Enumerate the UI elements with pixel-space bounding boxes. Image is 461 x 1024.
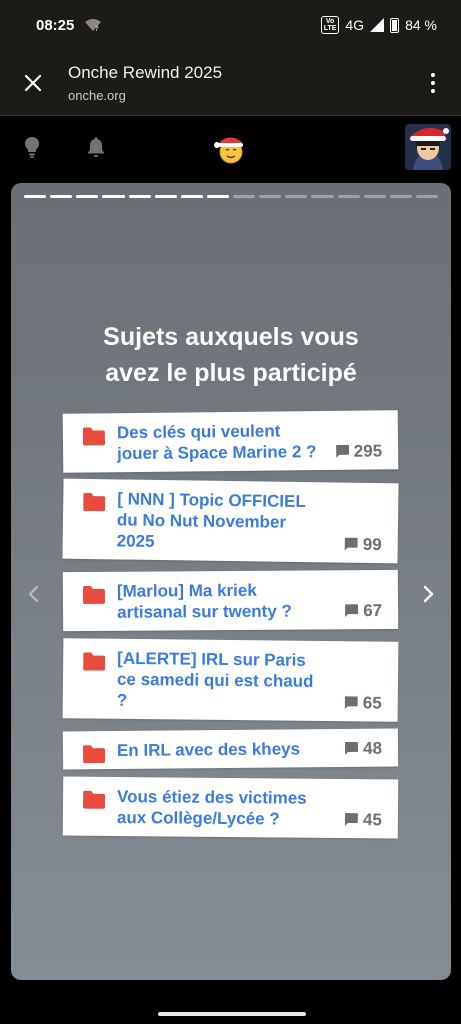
folder-icon — [82, 745, 106, 764]
comment-icon — [345, 604, 359, 618]
topic-item[interactable]: Vous étiez des victimes aux Collège/Lycé… — [62, 776, 399, 839]
progress-segment-viewed — [154, 195, 177, 198]
battery-level: 84 % — [405, 17, 437, 33]
signal-icon — [370, 18, 385, 32]
progress-segment — [363, 195, 386, 198]
progress-segment-viewed — [24, 195, 47, 198]
progress-segment — [415, 195, 438, 198]
folder-icon — [83, 790, 106, 809]
reply-count: 65 — [344, 692, 382, 713]
topic-title[interactable]: En IRL avec des kheys — [117, 738, 322, 761]
topic-item[interactable]: [Marlou] Ma kriek artisanal sur twenty ?… — [62, 569, 399, 632]
kebab-dot — [431, 80, 435, 85]
avatar-image — [405, 124, 451, 170]
clock: 08:25 — [36, 16, 75, 34]
topic-item[interactable]: Des clés qui veulent jouer à Space Marin… — [62, 410, 399, 473]
page-title: Onche Rewind 2025 — [68, 62, 223, 82]
topic-title[interactable]: Des clés qui veulent jouer à Space Marin… — [117, 420, 322, 464]
battery-icon — [390, 17, 400, 33]
folder-icon — [82, 585, 106, 605]
topic-title[interactable]: [Marlou] Ma kriek artisanal sur twenty ? — [117, 579, 322, 622]
progress-segment-viewed — [102, 195, 125, 198]
close-button[interactable] — [18, 68, 48, 98]
santa-smiley-logo[interactable] — [212, 130, 248, 166]
close-icon — [24, 74, 42, 91]
comment-icon — [345, 741, 359, 755]
comment-icon — [344, 813, 359, 826]
rewind-story-card: Sujets auxquels vous avez le plus partic… — [11, 183, 451, 980]
progress-segment-viewed — [180, 195, 203, 198]
topic-title[interactable]: [ NNN ] Topic OFFICIEL du No Nut Novembe… — [117, 488, 323, 554]
next-story-arrow[interactable] — [416, 582, 440, 606]
progress-segment — [259, 195, 282, 198]
reply-count: 48 — [345, 738, 382, 759]
reply-count-value: 99 — [362, 534, 382, 555]
folder-icon — [83, 492, 106, 512]
page-url: onche.org — [68, 87, 126, 103]
volte-line1: Vo — [325, 18, 335, 25]
lightbulb-icon[interactable] — [20, 135, 44, 159]
comment-icon — [344, 537, 358, 551]
gesture-home-bar[interactable] — [158, 1012, 306, 1016]
reply-count: 45 — [344, 809, 382, 830]
reply-count-value: 48 — [362, 738, 383, 758]
progress-segment-viewed — [128, 195, 151, 198]
folder-icon — [82, 427, 106, 446]
heading-line-2: avez le plus participé — [105, 359, 357, 387]
status-bar: 08:25 ? Vo LTE 4G 84 % — [0, 0, 461, 50]
comment-icon — [335, 444, 349, 458]
story-heading: Sujets auxquels vous avez le plus partic… — [11, 319, 451, 391]
page-info: Onche Rewind 2025 onche.org — [68, 63, 222, 103]
topic-item[interactable]: En IRL avec des kheys 48 — [62, 728, 399, 770]
heading-line-1: Sujets auxquels vous — [103, 323, 359, 351]
reply-count-value: 65 — [362, 693, 382, 713]
user-avatar[interactable] — [405, 124, 451, 170]
progress-segment — [285, 195, 308, 198]
topic-item[interactable]: [ NNN ] Topic OFFICIEL du No Nut Novembe… — [62, 478, 399, 564]
network-type: 4G — [345, 17, 365, 33]
wifi-icon: ? — [85, 19, 102, 32]
kebab-dot — [431, 72, 435, 77]
previous-story-arrow[interactable] — [22, 582, 46, 606]
topics-list: Des clés qui veulent jouer à Space Marin… — [62, 410, 399, 847]
more-options-button[interactable] — [421, 68, 445, 98]
progress-segment-viewed — [50, 195, 73, 198]
reply-count: 67 — [345, 600, 382, 621]
story-progress-bar — [24, 195, 438, 198]
progress-segment — [337, 195, 360, 198]
kebab-dot — [431, 88, 435, 93]
svg-text:?: ? — [95, 25, 99, 32]
topic-title[interactable]: Vous étiez des victimes aux Collège/Lycé… — [117, 786, 322, 830]
reply-count: 295 — [335, 440, 383, 461]
reply-count: 99 — [344, 534, 382, 556]
topic-item[interactable]: [ALERTE] IRL sur Paris ce samedi qui est… — [62, 638, 399, 722]
bell-icon[interactable] — [84, 135, 108, 159]
browser-toolbar: Onche Rewind 2025 onche.org — [0, 50, 461, 116]
volte-indicator: Vo LTE — [320, 16, 340, 34]
topic-title[interactable]: [ALERTE] IRL sur Paris ce samedi qui est… — [117, 648, 323, 713]
folder-icon — [83, 652, 106, 671]
comment-icon — [344, 696, 358, 710]
volte-line2: LTE — [323, 25, 337, 32]
reply-count-value: 45 — [362, 810, 382, 830]
progress-segment — [389, 195, 412, 198]
progress-segment — [311, 195, 334, 198]
progress-segment — [233, 195, 256, 198]
progress-segment-viewed — [206, 195, 229, 198]
progress-segment-viewed — [76, 195, 99, 198]
reply-count-value: 295 — [353, 441, 383, 461]
reply-count-value: 67 — [363, 600, 383, 621]
